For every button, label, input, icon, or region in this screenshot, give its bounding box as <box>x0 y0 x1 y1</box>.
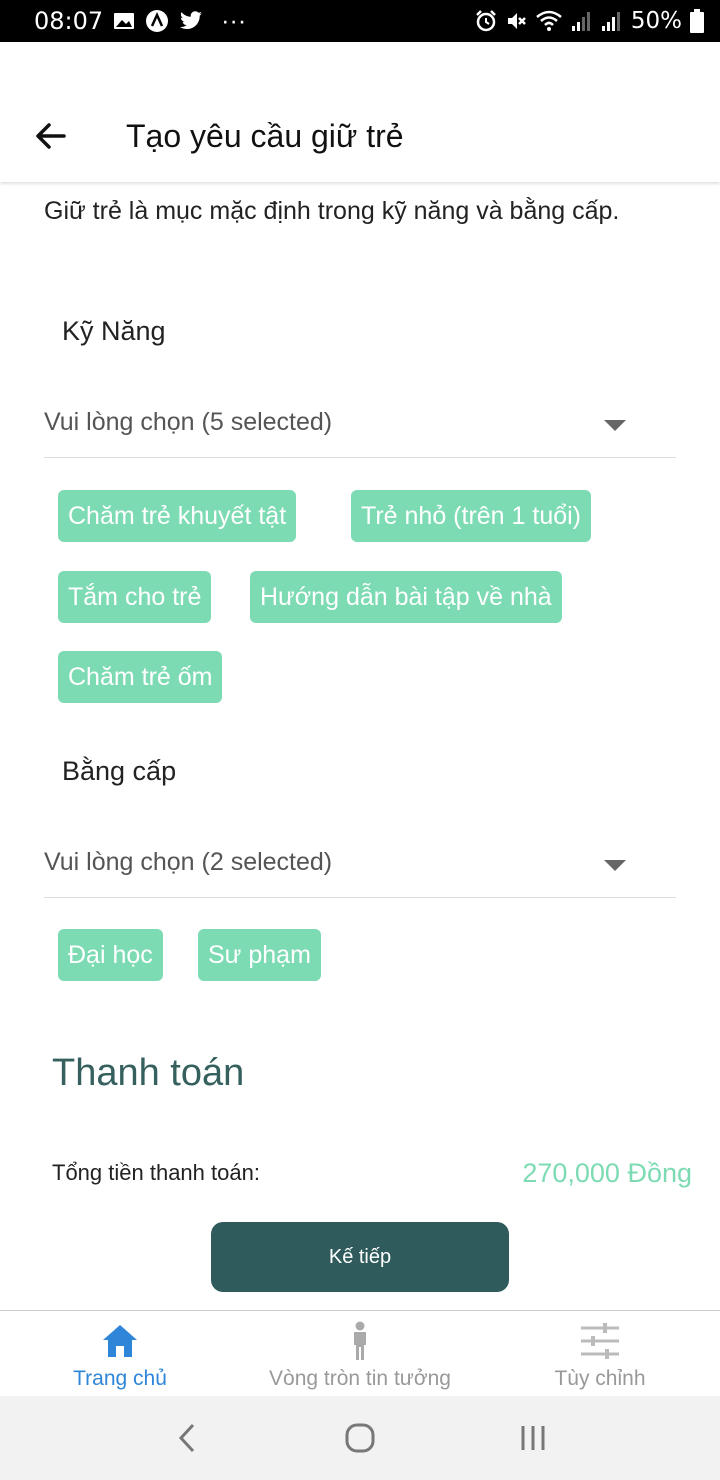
battery-icon <box>690 9 704 33</box>
nav-item-trust-circle[interactable]: Vòng tròn tin tưởng <box>240 1311 480 1396</box>
system-back-button[interactable] <box>157 1408 217 1468</box>
skills-dropdown-text: Vui lòng chọn (5 selected) <box>44 408 333 436</box>
skills-dropdown[interactable]: Vui lòng chọn (5 selected) <box>44 388 676 458</box>
intro-text: Giữ trẻ là mục mặc định trong kỹ năng và… <box>44 197 620 225</box>
bottom-nav: Trang chủ Vòng tròn tin tưởng Tùy chỉnh <box>0 1310 720 1396</box>
system-recents-button[interactable] <box>503 1408 563 1468</box>
back-arrow-icon <box>36 123 66 149</box>
wifi-icon <box>535 10 563 32</box>
status-more: ··· <box>221 6 247 35</box>
degree-chip[interactable]: Đại học <box>58 929 163 981</box>
skill-chip[interactable]: Hướng dẫn bài tập về nhà <box>250 571 562 623</box>
degrees-label: Bằng cấp <box>62 756 177 786</box>
system-nav-bar <box>0 1396 720 1480</box>
recents-icon <box>521 1426 545 1450</box>
payment-title: Thanh toán <box>52 1052 245 1094</box>
skill-chip[interactable]: Chăm trẻ khuyết tật <box>58 490 297 542</box>
nav-item-settings[interactable]: Tùy chỉnh <box>480 1311 720 1396</box>
battery-percent: 50% <box>630 8 682 34</box>
sliders-icon <box>579 1321 621 1361</box>
nav-label-trust-circle: Vòng tròn tin tưởng <box>269 1367 451 1390</box>
chevron-left-icon <box>178 1423 194 1453</box>
signal-icon <box>601 10 623 32</box>
gallery-icon <box>113 11 135 31</box>
back-button[interactable] <box>28 114 72 158</box>
skill-chip[interactable]: Tắm cho trẻ <box>58 571 212 623</box>
home-icon <box>101 1321 139 1361</box>
nav-item-home[interactable]: Trang chủ <box>0 1311 240 1396</box>
chevron-down-icon <box>604 420 626 431</box>
chevron-down-icon <box>604 860 626 871</box>
alarm-icon <box>475 10 497 32</box>
nav-label-settings: Tùy chỉnh <box>554 1367 646 1390</box>
app-logo-icon <box>145 9 169 33</box>
degree-chip[interactable]: Sư phạm <box>198 929 321 981</box>
degrees-dropdown[interactable]: Vui lòng chọn (2 selected) <box>44 828 676 898</box>
status-bar: 08:07 ··· 50% <box>0 0 720 42</box>
nav-label-home: Trang chủ <box>73 1367 167 1390</box>
signal-icon <box>571 10 593 32</box>
home-circle-icon <box>345 1423 375 1453</box>
skill-chip[interactable]: Chăm trẻ ốm <box>58 651 223 703</box>
person-icon <box>350 1321 370 1361</box>
degrees-dropdown-text: Vui lòng chọn (2 selected) <box>44 848 333 876</box>
skill-chip[interactable]: Trẻ nhỏ (trên 1 tuổi) <box>351 490 592 542</box>
app-header: Tạo yêu cầu giữ trẻ <box>0 42 720 182</box>
twitter-icon <box>179 11 203 31</box>
mute-icon <box>505 10 527 32</box>
total-label: Tổng tiền thanh toán: <box>52 1160 260 1185</box>
system-home-button[interactable] <box>330 1408 390 1468</box>
page-title: Tạo yêu cầu giữ trẻ <box>126 118 404 154</box>
total-value: 270,000 Đồng <box>522 1158 692 1188</box>
status-time: 08:07 <box>34 7 104 35</box>
next-button[interactable]: Kế tiếp <box>211 1222 509 1292</box>
skills-label: Kỹ Năng <box>62 316 166 346</box>
